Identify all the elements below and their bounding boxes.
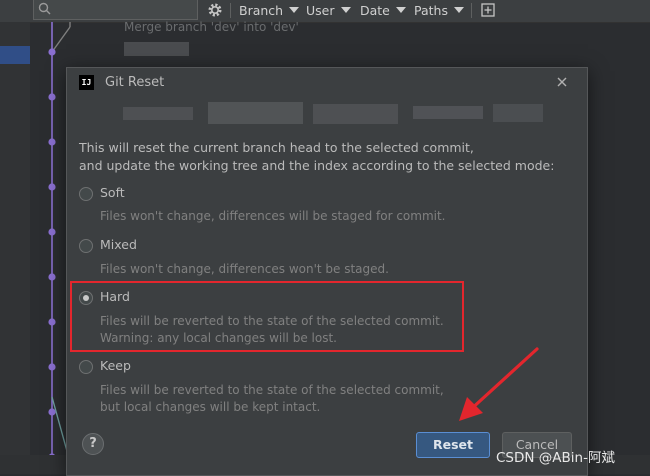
chevron-down-icon <box>395 7 406 13</box>
description-line: and update the working tree and the inde… <box>79 158 555 173</box>
description-line: This will reset the current branch head … <box>79 140 474 155</box>
chevron-down-icon <box>289 7 300 13</box>
option-mixed-description: Files won't change, differences won't be… <box>100 262 389 276</box>
git-log-toolbar: Branch User Date Paths <box>0 0 650 23</box>
paths-filter-label: Paths <box>414 3 448 18</box>
background-commit-message: Merge branch 'dev' into 'dev' <box>124 20 299 34</box>
hard-option-highlight-box <box>70 281 464 352</box>
option-mixed-label: Mixed <box>100 237 137 252</box>
toolbar-separator <box>230 3 231 18</box>
option-keep-description-2: but local changes will be kept intact. <box>100 400 321 414</box>
radio-soft[interactable] <box>79 187 93 201</box>
gear-icon[interactable] <box>207 2 223 18</box>
help-button[interactable]: ? <box>82 433 104 455</box>
branch-filter[interactable]: Branch <box>239 3 300 18</box>
option-soft-description: Files won't change, differences will be … <box>100 209 446 223</box>
reset-description: This will reset the current branch head … <box>79 139 554 175</box>
redacted-commit-info <box>123 98 593 138</box>
option-keep-description: Files will be reverted to the state of t… <box>100 383 444 397</box>
log-search-input[interactable] <box>33 0 198 20</box>
date-filter[interactable]: Date <box>360 3 406 18</box>
watermark-text: CSDN @ABin-阿斌 <box>496 450 615 466</box>
dialog-title: Git Reset <box>105 75 165 90</box>
intellij-app-icon: IJ <box>79 75 94 90</box>
radio-mixed[interactable] <box>79 239 93 253</box>
paths-filter[interactable]: Paths <box>414 3 464 18</box>
reset-button[interactable]: Reset <box>416 432 490 458</box>
search-icon <box>38 2 51 15</box>
annotation-arrow-icon <box>459 347 539 421</box>
user-filter-label: User <box>306 3 335 18</box>
option-keep-label: Keep <box>100 358 131 373</box>
redacted-block <box>124 42 189 56</box>
close-icon[interactable] <box>555 75 569 89</box>
branch-filter-label: Branch <box>239 3 284 18</box>
option-soft-label: Soft <box>100 185 125 200</box>
chevron-down-icon <box>340 7 351 13</box>
date-filter-label: Date <box>360 3 390 18</box>
radio-keep[interactable] <box>79 360 93 374</box>
dialog-titlebar: IJ Git Reset <box>67 68 587 98</box>
chevron-down-icon <box>453 7 464 13</box>
selected-row <box>0 46 30 64</box>
user-filter[interactable]: User <box>306 3 351 18</box>
toolbar-separator <box>471 3 472 18</box>
log-left-panel <box>0 22 30 474</box>
new-tab-icon[interactable] <box>480 2 496 18</box>
